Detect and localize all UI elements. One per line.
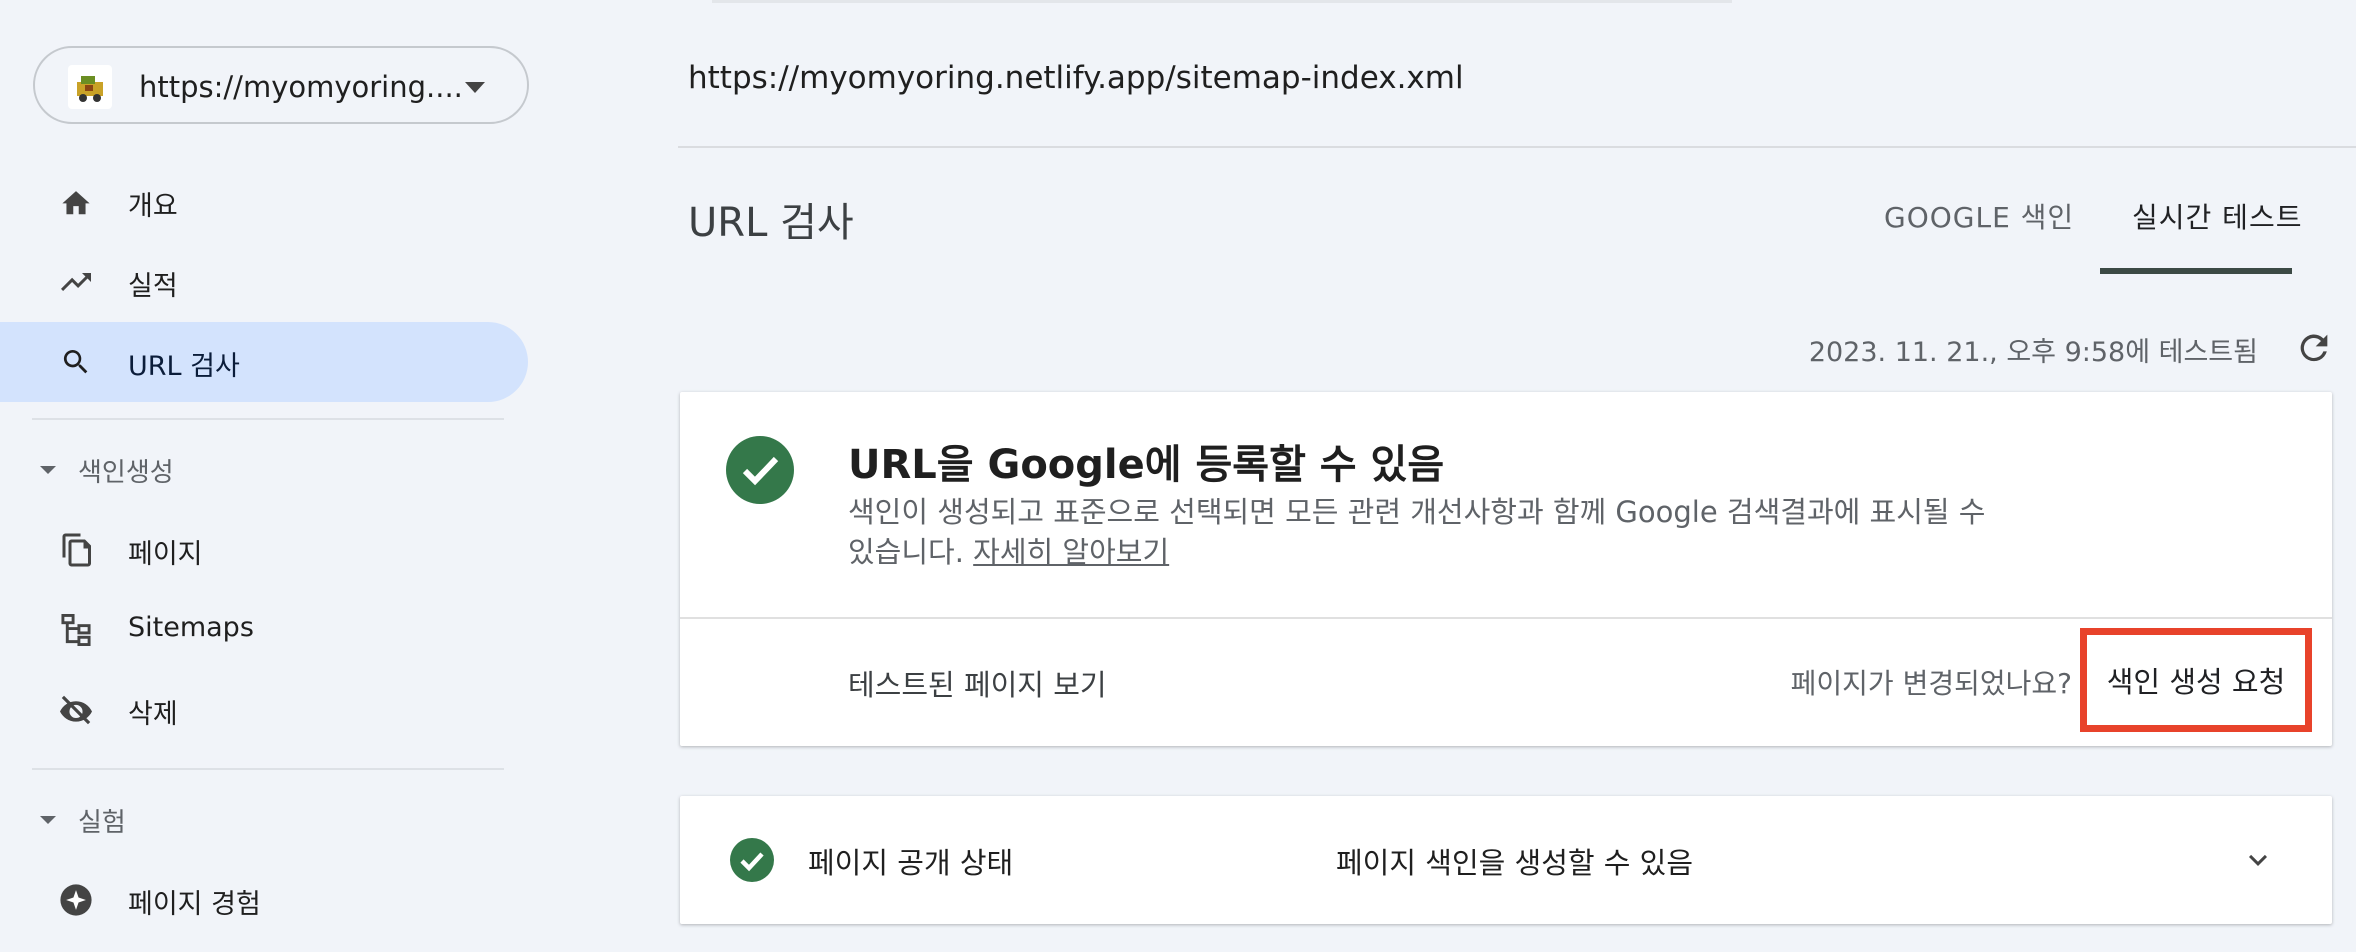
experience-icon [56, 880, 96, 920]
home-icon [56, 182, 96, 222]
request-indexing-label: 색인 생성 요청 [2106, 665, 2286, 699]
tested-timestamp: 2023. 11. 21., 오후 9:58에 테스트됨 [1808, 337, 2258, 368]
learn-more-link[interactable]: 자세히 알아보기 [973, 535, 1169, 569]
card-divider [680, 617, 2332, 619]
tab-google-index[interactable]: GOOGLE 색인 [1884, 196, 2074, 236]
result-description: 색인이 생성되고 표준으로 선택되면 모든 관련 개선사항과 함께 Google… [848, 492, 2008, 572]
check-circle-icon [726, 436, 794, 504]
search-icon [56, 342, 96, 382]
chevron-down-icon [465, 82, 485, 93]
sitemap-icon [56, 610, 96, 650]
sidebar-item-url-inspection[interactable]: URL 검사 [0, 322, 528, 402]
section-label: 실험 [78, 807, 126, 838]
pages-icon [56, 530, 96, 570]
caret-down-icon [40, 466, 56, 474]
result-card: URL을 Google에 등록할 수 있음 색인이 생성되고 표준으로 선택되면… [680, 392, 2332, 746]
result-title: URL을 Google에 등록할 수 있음 [848, 442, 1445, 488]
sidebar-item-removals[interactable]: 삭제 [0, 670, 528, 750]
property-url: https://myomyoring.... [139, 70, 463, 104]
sidebar-item-label: URL 검사 [128, 351, 240, 382]
tab-live-test[interactable]: 실시간 테스트 [2132, 196, 2302, 236]
request-indexing-button[interactable]: 색인 생성 요청 [2080, 628, 2312, 732]
property-favicon [68, 65, 112, 109]
active-tab-indicator [2100, 268, 2292, 274]
sidebar-item-label: 실적 [128, 271, 178, 302]
section-label: 색인생성 [78, 457, 174, 488]
sidebar-item-label: Sitemaps [128, 612, 254, 643]
availability-value: 페이지 색인을 생성할 수 있음 [1336, 846, 1694, 880]
section-experience-header[interactable]: 실험 [40, 800, 126, 840]
section-indexing-header[interactable]: 색인생성 [40, 450, 174, 490]
sidebar-item-label: 개요 [128, 191, 178, 222]
sidebar-item-pages[interactable]: 페이지 [0, 510, 528, 590]
page-title: URL 검사 [688, 200, 854, 246]
availability-label: 페이지 공개 상태 [808, 846, 1014, 880]
page-changed-question: 페이지가 변경되었나요? [1790, 667, 2072, 700]
trending-up-icon [56, 262, 96, 302]
sidebar-item-label: 페이지 경험 [128, 889, 261, 920]
sidebar-item-label: 삭제 [128, 699, 178, 730]
inspected-url[interactable]: https://myomyoring.netlify.app/sitemap-i… [688, 60, 1464, 96]
url-divider [678, 146, 2356, 148]
caret-down-icon [40, 816, 56, 824]
sidebar-item-page-experience[interactable]: 페이지 경험 [0, 860, 528, 940]
sidebar-item-overview[interactable]: 개요 [0, 162, 528, 242]
refresh-icon[interactable] [2294, 328, 2334, 368]
sidebar-item-label: 페이지 [128, 539, 203, 570]
sidebar-divider [32, 768, 504, 770]
eye-off-icon [56, 690, 96, 730]
availability-row[interactable]: 페이지 공개 상태 페이지 색인을 생성할 수 있음 [680, 796, 2332, 924]
sidebar-item-performance[interactable]: 실적 [0, 242, 528, 322]
property-selector[interactable]: https://myomyoring.... [33, 46, 529, 124]
sidebar-item-sitemaps[interactable]: Sitemaps [0, 590, 528, 670]
view-tested-page-button[interactable]: 테스트된 페이지 보기 [848, 662, 1107, 704]
sidebar-divider [32, 418, 504, 420]
check-circle-icon [730, 838, 774, 882]
top-strip [712, 0, 1732, 3]
chevron-down-icon[interactable] [2240, 842, 2276, 878]
